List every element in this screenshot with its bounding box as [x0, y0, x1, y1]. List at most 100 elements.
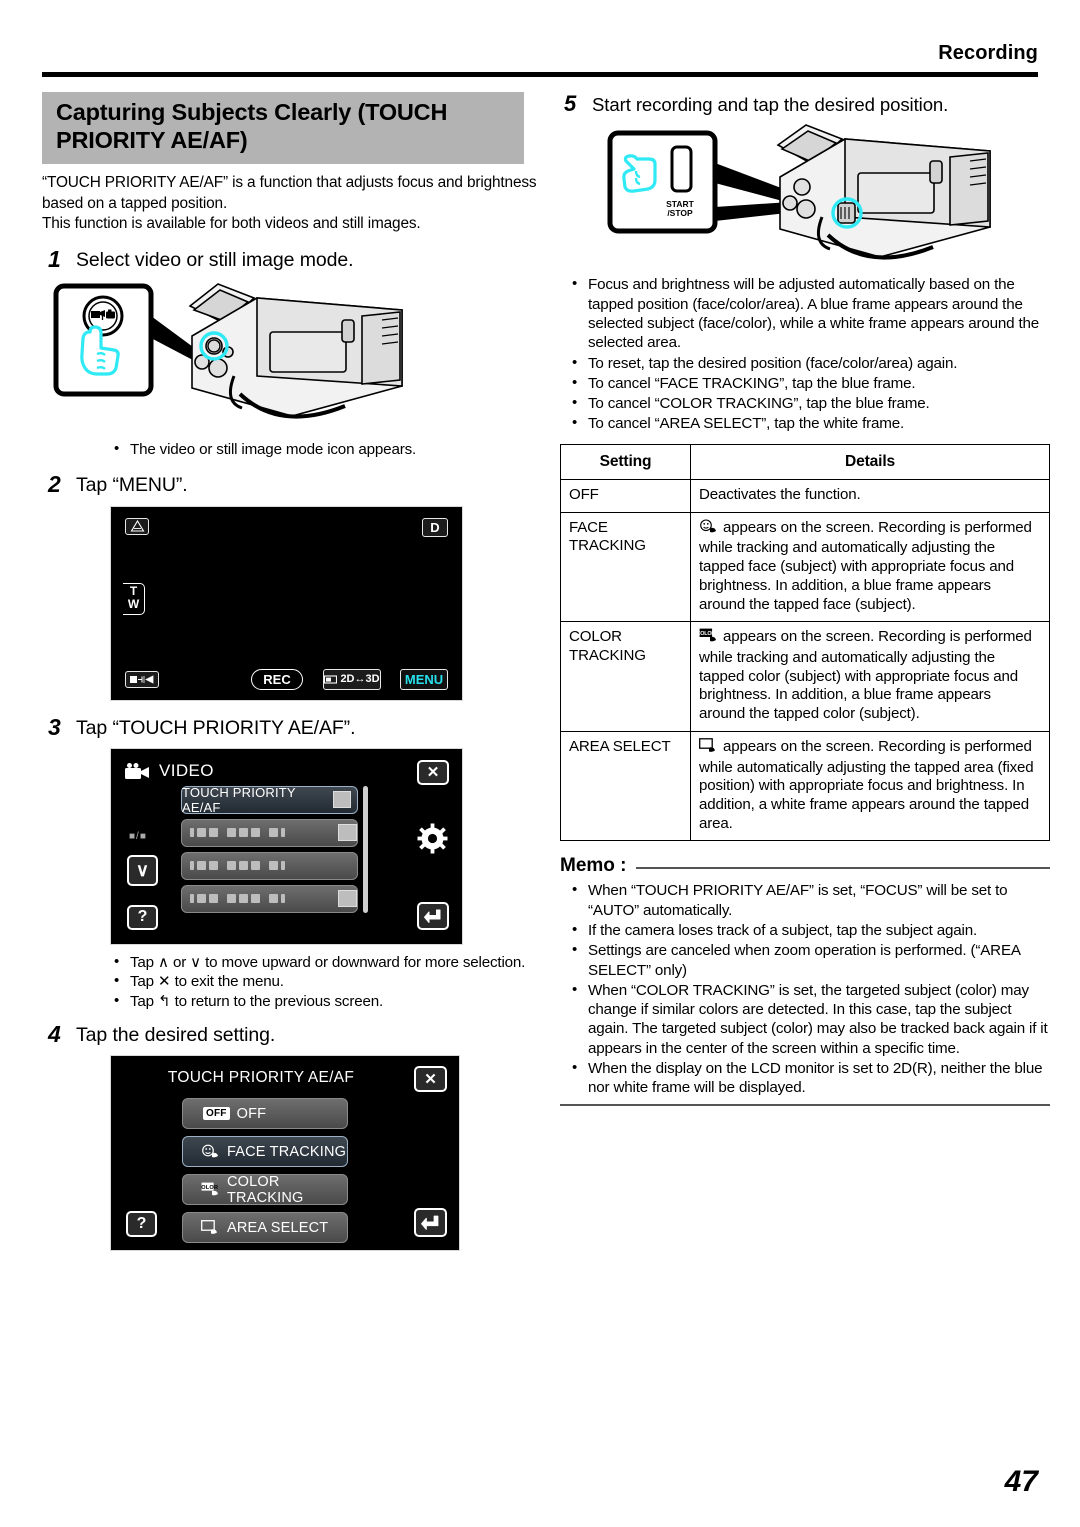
zoom-tele-label: T: [129, 583, 138, 598]
setting-details-face-tracking: appears on the screen. Recording is perf…: [690, 511, 1050, 623]
step-3-note-3: Tap ↰ to return to the previous screen.: [110, 991, 542, 1011]
svg-text:COLOR: COLOR: [699, 631, 715, 637]
menu-row-thumb: [333, 791, 351, 809]
step-1-note: The video or still image mode icon appea…: [110, 439, 542, 459]
close-button[interactable]: ✕: [417, 759, 449, 785]
step-3-number: 3: [48, 713, 61, 740]
setting-details-text: appears on the screen. Recording is perf…: [699, 518, 1032, 613]
table-row: FACE TRACKING appears on the screen. Rec…: [560, 511, 1050, 623]
face-tracking-icon: [201, 1144, 220, 1159]
intro-line-1: “TOUCH PRIORITY AE/AF” is a function tha…: [42, 174, 537, 212]
step-1-illustration: [42, 276, 542, 444]
step-5-note-2: To reset, tap the desired position (face…: [568, 353, 1050, 373]
step-5-number: 5: [564, 91, 577, 116]
camcorder-illustration: [188, 282, 403, 419]
dimension-toggle-label: 2D↔3D: [340, 673, 380, 686]
settings-table: Setting Details OFF Deactivates the func…: [560, 443, 1050, 842]
setting-name-area-select: AREA SELECT: [560, 730, 691, 842]
setting-name-color-tracking: COLOR TRACKING: [560, 621, 691, 732]
option-off[interactable]: OFF OFF: [182, 1098, 348, 1130]
start-stop-label-line-2: /STOP: [667, 208, 693, 218]
camcorder-start-stop-diagram: START /STOP: [607, 124, 991, 260]
display-mode-badge[interactable]: D: [422, 517, 448, 537]
tripod-warning-icon: [125, 517, 149, 535]
step-5-illustration: START /STOP: [560, 121, 1050, 273]
menu-button[interactable]: MENU: [400, 668, 448, 690]
memo-bottom-rule: [560, 1103, 1050, 1106]
left-column: Capturing Subjects Clearly (TOUCH PRIORI…: [42, 92, 542, 1252]
option-color-tracking[interactable]: COLOR COLOR TRACKING: [182, 1173, 348, 1206]
dimension-toggle-button[interactable]: 2D↔3D: [323, 668, 381, 690]
color-tracking-icon: COLOR: [696, 628, 719, 649]
step-1-number: 1: [48, 246, 61, 273]
memo-item-3: Settings are canceled when zoom operatio…: [568, 940, 1050, 980]
step-1-notes: The video or still image mode icon appea…: [110, 439, 542, 459]
table-row: AREA SELECT appears on the screen. Recor…: [560, 730, 1050, 842]
menu-row-thumb: [338, 890, 357, 908]
setting-details-text: appears on the screen. Recording is perf…: [699, 737, 1034, 832]
help-button[interactable]: ?: [127, 904, 158, 930]
step-4-text: Tap the desired setting.: [76, 1023, 276, 1046]
step-3: 3 Tap “TOUCH PRIORITY AE/AF”.: [42, 713, 542, 740]
column-header-details: Details: [690, 443, 1050, 481]
record-playback-switch-icon[interactable]: [125, 670, 159, 688]
step-5: 5 Start recording and tap the desired po…: [560, 92, 1050, 115]
area-select-icon: [201, 1220, 220, 1235]
zoom-bar[interactable]: T W: [123, 582, 145, 615]
step-3-notes: Tap ∧ or ∨ to move upward or downward fo…: [110, 952, 542, 1011]
section-title: Capturing Subjects Clearly (TOUCH PRIORI…: [42, 92, 524, 165]
memo-item-2: If the camera loses track of a subject, …: [568, 920, 1050, 940]
right-column: 5 Start recording and tap the desired po…: [560, 92, 1050, 1106]
table-row: COLOR TRACKING COLOR appears on the scre…: [560, 621, 1050, 732]
header-divider-rule: [42, 72, 1038, 77]
step-4-lcd-screen: TOUCH PRIORITY AE/AF ✕ OFF OFF FACE TRAC…: [110, 1055, 460, 1252]
column-header-setting: Setting: [560, 443, 691, 481]
option-face-tracking[interactable]: FACE TRACKING: [182, 1136, 348, 1168]
scroll-down-button[interactable]: ∨: [127, 854, 158, 886]
page-indicator: ■/■: [129, 830, 147, 842]
memo-label: Memo :: [560, 855, 627, 877]
step-4-number: 4: [48, 1020, 61, 1047]
area-select-icon: [699, 737, 719, 759]
menu-row-touch-priority[interactable]: TOUCH PRIORITY AE/AF: [181, 784, 358, 815]
gear-icon[interactable]: [417, 823, 448, 859]
running-head-title: Recording: [938, 42, 1038, 64]
option-label: OFF: [236, 1105, 267, 1122]
menu-scrollbar[interactable]: [363, 785, 368, 913]
back-button[interactable]: [414, 1208, 447, 1238]
page-number: 47: [1004, 1465, 1038, 1498]
memo-list: When “TOUCH PRIORITY AE/AF” is set, “FOC…: [568, 880, 1050, 1098]
setting-name-face-tracking: FACE TRACKING: [560, 511, 691, 623]
step-2-number: 2: [48, 471, 61, 498]
memo-heading-rule: [635, 866, 1050, 869]
step-5-note-1: Focus and brightness will be adjusted au…: [568, 274, 1050, 352]
menu-row-blank-2[interactable]: [181, 851, 358, 880]
table-header-row: Setting Details: [560, 443, 1050, 481]
step-3-note-1: Tap ∧ or ∨ to move upward or downward fo…: [110, 952, 542, 972]
menu-row-thumb: [338, 824, 357, 842]
page-header: Recording: [0, 0, 1080, 78]
option-label: COLOR TRACKING: [227, 1173, 304, 1206]
camcorder-illustration: [776, 124, 991, 260]
menu-row-blank-3[interactable]: [181, 884, 358, 913]
help-button[interactable]: ?: [126, 1211, 157, 1238]
svg-text:COLOR: COLOR: [201, 1185, 218, 1191]
face-tracking-icon: [699, 519, 719, 540]
step-2-text: Tap “MENU”.: [76, 474, 188, 497]
back-button[interactable]: [417, 901, 449, 930]
options-screen-title: TOUCH PRIORITY AE/AF: [167, 1069, 355, 1087]
step-5-note-4: To cancel “COLOR TRACKING”, tap the blue…: [568, 393, 1050, 413]
close-button[interactable]: ✕: [414, 1066, 447, 1093]
menu-row-label: TOUCH PRIORITY AE/AF: [182, 784, 296, 815]
option-area-select[interactable]: AREA SELECT: [182, 1212, 348, 1244]
step-5-note-3: To cancel “FACE TRACKING”, tap the blue …: [568, 373, 1050, 393]
memo-heading: Memo :: [560, 855, 1050, 877]
option-label: FACE TRACKING: [227, 1143, 347, 1160]
setting-details-text: appears on the screen. Recording is perf…: [699, 628, 1032, 723]
menu-row-blank-1[interactable]: [181, 818, 358, 847]
rec-button[interactable]: REC: [251, 668, 303, 690]
off-badge-icon: OFF: [203, 1107, 230, 1121]
memo-item-5: When the display on the LCD monitor is s…: [568, 1058, 1050, 1098]
step-5-text: Start recording and tap the desired posi…: [592, 94, 949, 115]
zoom-wide-label: W: [127, 596, 140, 611]
